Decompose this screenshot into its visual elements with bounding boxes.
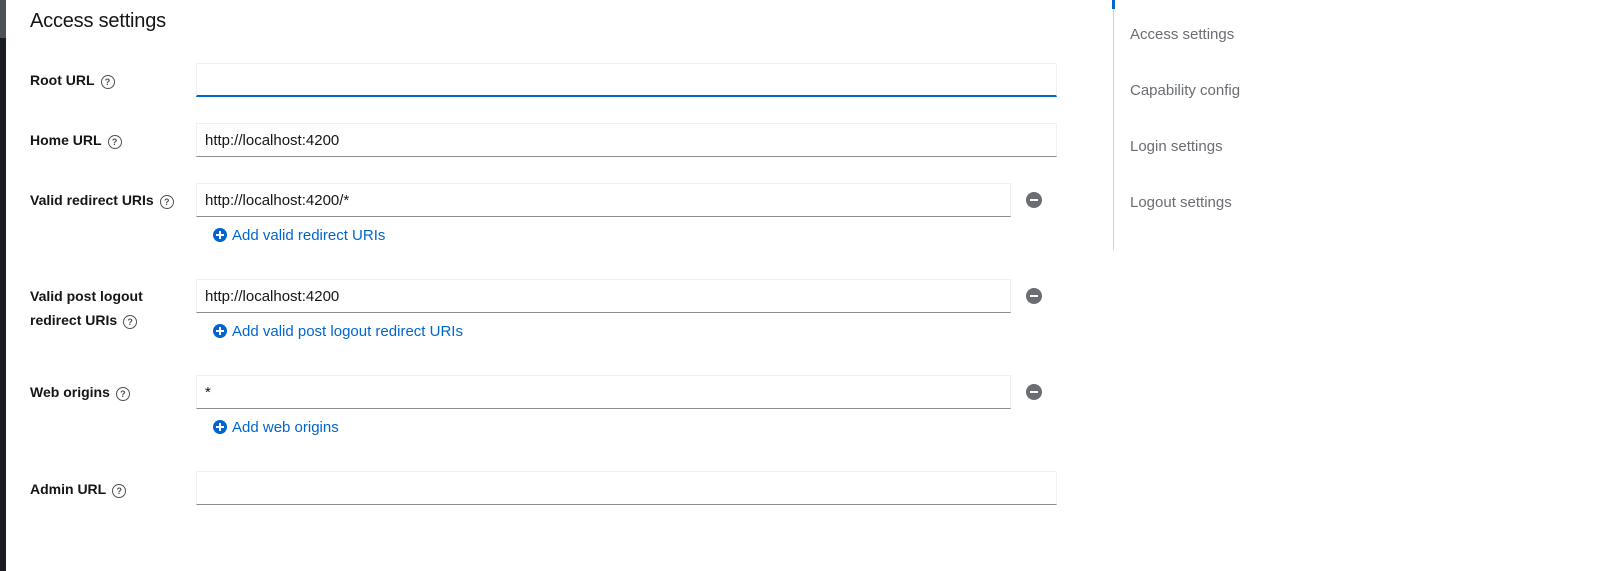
left-edge-strip — [0, 0, 6, 571]
help-icon[interactable]: ? — [107, 135, 122, 149]
web-origins-label-text: Web origins — [30, 384, 110, 400]
remove-redirect-uri-icon[interactable] — [1026, 192, 1042, 208]
add-redirect-uri-label: Add valid redirect URIs — [232, 227, 386, 244]
plus-circle-icon — [213, 228, 227, 242]
admin-url-label-text: Admin URL — [30, 481, 107, 497]
redirect-uris-label: Valid redirect URIs? — [30, 188, 174, 212]
plus-circle-icon — [213, 420, 227, 434]
home-url-input[interactable] — [196, 123, 1057, 157]
section-title: Access settings — [30, 10, 166, 32]
root-url-label: Root URL? — [30, 68, 115, 92]
root-url-label-text: Root URL — [30, 72, 95, 88]
web-origins-label: Web origins? — [30, 380, 130, 404]
add-redirect-uri-button[interactable]: Add valid redirect URIs — [213, 226, 385, 246]
plus-circle-icon — [213, 324, 227, 338]
remove-post-logout-uri-icon[interactable] — [1026, 288, 1042, 304]
redirect-uris-label-text: Valid redirect URIs — [30, 192, 154, 208]
post-logout-label-line2: redirect URIs — [30, 312, 118, 328]
redirect-uri-input[interactable] — [196, 183, 1011, 217]
jump-link-login-settings[interactable]: Login settings — [1130, 138, 1223, 155]
post-logout-label: Valid post logout — [30, 284, 143, 308]
page: Access settings Root URL? Home URL? Vali… — [0, 0, 1621, 571]
home-url-label-text: Home URL — [30, 132, 102, 148]
help-icon[interactable]: ? — [159, 195, 174, 209]
home-url-label: Home URL? — [30, 128, 122, 152]
post-logout-label-line1: Valid post logout — [30, 288, 143, 304]
web-origin-input[interactable] — [196, 375, 1011, 409]
admin-url-input[interactable] — [196, 471, 1057, 505]
jump-links-nav: Access settings Capability config Login … — [1112, 0, 1414, 250]
post-logout-uri-input[interactable] — [196, 279, 1011, 313]
jump-link-access-settings[interactable]: Access settings — [1130, 26, 1234, 43]
jump-link-capability-config[interactable]: Capability config — [1130, 82, 1240, 99]
post-logout-label-second-line: redirect URIs? — [30, 308, 138, 332]
add-post-logout-uri-label: Add valid post logout redirect URIs — [232, 323, 463, 340]
root-url-input[interactable] — [196, 63, 1057, 97]
jump-link-logout-settings[interactable]: Logout settings — [1130, 194, 1232, 211]
add-web-origin-label: Add web origins — [232, 419, 339, 436]
active-indicator — [1112, 0, 1115, 9]
help-icon[interactable]: ? — [115, 387, 130, 401]
add-post-logout-uri-button[interactable]: Add valid post logout redirect URIs — [213, 322, 463, 342]
help-icon[interactable]: ? — [123, 315, 138, 329]
add-web-origin-button[interactable]: Add web origins — [213, 418, 339, 438]
scroll-thumb[interactable] — [0, 0, 6, 38]
admin-url-label: Admin URL? — [30, 477, 127, 501]
remove-web-origin-icon[interactable] — [1026, 384, 1042, 400]
help-icon[interactable]: ? — [100, 75, 115, 89]
help-icon[interactable]: ? — [112, 484, 127, 498]
